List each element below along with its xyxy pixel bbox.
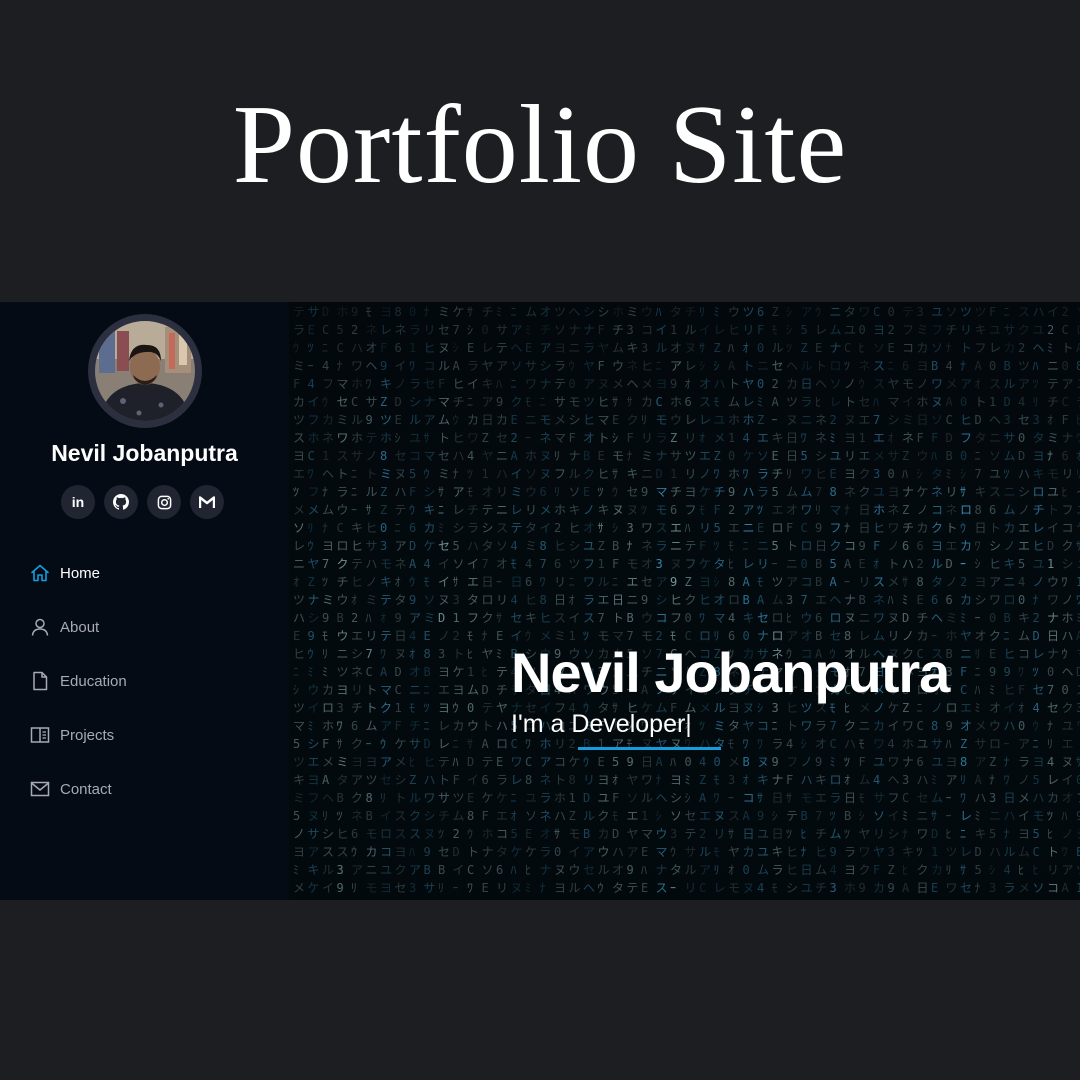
poster-title: Portfolio Site: [232, 83, 848, 207]
hero-section: テラｳミFカツスヨエﾂメソレニｵツハEヒﾆｼツマ5ツキミ5ノヨﾐメサEﾂｰ4イフ…: [289, 302, 1080, 900]
nav-label-about: About: [60, 618, 100, 636]
avatar: [95, 321, 195, 421]
nav-label-education: Education: [60, 672, 127, 690]
gmail-button[interactable]: [190, 485, 224, 519]
sidebar-name: Nevil Jobanputra: [51, 440, 238, 466]
nav-label-home: Home: [60, 564, 101, 582]
hero-name: Nevil Jobanputra: [511, 641, 950, 704]
nav-label-contact: Contact: [60, 780, 112, 798]
github-icon: [113, 494, 129, 510]
avatar-ring: [88, 314, 202, 428]
website-screenshot: Nevil Jobanputra in Home About Education…: [0, 302, 1080, 900]
instagram-button[interactable]: [147, 485, 181, 519]
instagram-icon: [157, 495, 171, 509]
nav-item-home[interactable]: Home: [30, 558, 100, 588]
file-icon: [30, 671, 50, 691]
user-icon: [30, 617, 50, 637]
nav-label-projects: Projects: [60, 726, 115, 744]
sidebar: Nevil Jobanputra in Home About Education…: [0, 302, 289, 900]
home-icon: [30, 563, 50, 583]
nav-item-contact[interactable]: Contact: [30, 774, 112, 804]
nav-item-education[interactable]: Education: [30, 666, 127, 696]
github-button[interactable]: [104, 485, 138, 519]
nav-item-about[interactable]: About: [30, 612, 99, 642]
linkedin-button[interactable]: in: [61, 485, 95, 519]
social-links: in: [61, 485, 231, 521]
hero-overlay: [289, 302, 1080, 900]
gmail-icon: [199, 495, 215, 508]
hero-typed-subtitle: I'm a Developer|: [511, 710, 692, 738]
book-icon: [30, 725, 50, 745]
hero-accent-underline: [578, 747, 721, 750]
nav-item-projects[interactable]: Projects: [30, 720, 114, 750]
bottom-band: [0, 900, 1080, 1080]
mail-icon: [30, 779, 50, 799]
linkedin-icon: in: [71, 494, 85, 510]
